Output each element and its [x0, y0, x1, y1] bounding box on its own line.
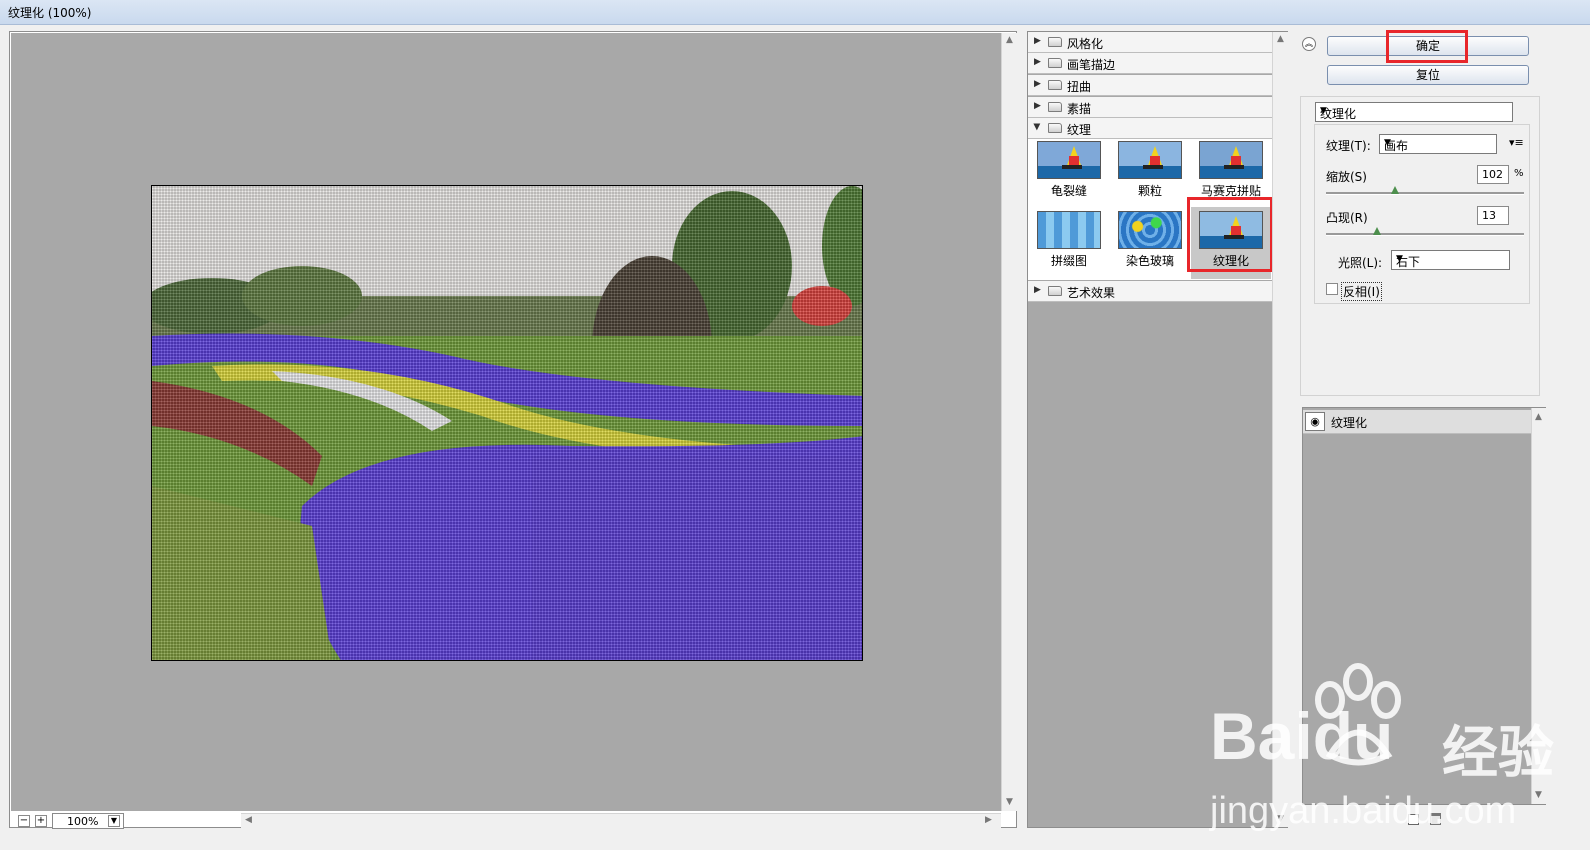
expand-triangle-icon[interactable]: ▶	[1034, 36, 1041, 46]
collapse-triangle-icon[interactable]: ▶	[1031, 124, 1041, 131]
thumb-mosaic-tiles[interactable]	[1199, 141, 1263, 179]
baidu-watermark: Baidu 经验 jingyan.baidu.com	[1210, 660, 1590, 850]
filter-group-texture[interactable]: ▶ 纹理	[1028, 118, 1272, 139]
filter-group-label: 艺术效果	[1067, 286, 1116, 300]
chevron-down-icon: ▼	[1320, 106, 1327, 116]
thumb-stained-glass[interactable]	[1118, 211, 1182, 249]
expand-triangle-icon[interactable]: ▶	[1034, 285, 1041, 295]
relief-slider-track[interactable]	[1326, 233, 1524, 236]
watermark-brand: Bai	[1210, 699, 1313, 773]
texture-menu-icon[interactable]: ▾≡	[1509, 136, 1524, 149]
light-select[interactable]: 右下 ▼	[1391, 250, 1510, 270]
expand-triangle-icon[interactable]: ▶	[1034, 57, 1041, 67]
thumb-label: 染色玻璃	[1125, 254, 1174, 268]
folder-icon	[1048, 286, 1062, 296]
zoom-dropdown-chevron-down-icon[interactable]: ▼	[108, 815, 120, 827]
window-title: 纹理化 (100%)	[8, 6, 92, 20]
watermark-brand-cn: 经验	[1442, 721, 1554, 786]
scale-slider-track[interactable]	[1326, 192, 1524, 195]
filter-group-label: 风格化	[1067, 37, 1104, 51]
folder-open-icon	[1048, 123, 1062, 133]
scroll-down-icon[interactable]: ▼	[1006, 797, 1013, 807]
zoom-in-button[interactable]: +	[35, 815, 47, 827]
relief-input[interactable]: 13	[1477, 206, 1509, 225]
scale-label: 缩放(S)	[1326, 170, 1367, 184]
scale-input[interactable]: 102	[1477, 165, 1509, 184]
filter-group-brush-strokes[interactable]: ▶ 画笔描边	[1028, 53, 1272, 74]
filter-group-sketch[interactable]: ▶ 素描	[1028, 97, 1272, 118]
thumb-label: 龟裂缝	[1050, 184, 1087, 198]
thumb-label: 拼缀图	[1050, 254, 1087, 268]
eye-icon[interactable]: ◉	[1305, 412, 1325, 431]
reset-button[interactable]: 复位	[1327, 65, 1529, 85]
scroll-right-icon[interactable]: ▶	[985, 815, 992, 825]
scroll-up-icon[interactable]: ▲	[1277, 34, 1284, 44]
filter-group-distort[interactable]: ▶ 扭曲	[1028, 75, 1272, 96]
filter-group-artistic[interactable]: ▶ 艺术效果	[1028, 281, 1272, 302]
preview-image	[151, 185, 863, 661]
expand-triangle-icon[interactable]: ▶	[1034, 79, 1041, 89]
relief-value: 13	[1482, 209, 1496, 222]
scroll-up-icon[interactable]: ▲	[1006, 35, 1013, 45]
ok-button-highlight	[1386, 30, 1468, 63]
folder-icon	[1048, 58, 1062, 68]
chevron-down-icon: ▼	[1384, 138, 1391, 148]
zoom-level-value: 100%	[67, 815, 99, 828]
folder-icon	[1048, 37, 1062, 47]
preview-vertical-scrollbar[interactable]: ▲ ▼	[1001, 33, 1017, 811]
thumb-patchwork[interactable]	[1037, 211, 1101, 249]
scale-value: 102	[1482, 168, 1503, 181]
texture-label: 纹理(T):	[1326, 139, 1371, 153]
folder-icon	[1048, 102, 1062, 112]
scroll-left-icon[interactable]: ◀	[245, 815, 252, 825]
collapse-gallery-icon[interactable]: ︽	[1302, 37, 1316, 51]
title-bar: 纹理化 (100%)	[0, 0, 1590, 25]
canvas-texture-overlay	[152, 186, 862, 660]
relief-slider-thumb[interactable]	[1373, 227, 1382, 235]
expand-triangle-icon[interactable]: ▶	[1034, 101, 1041, 111]
chevron-down-icon: ▼	[1396, 254, 1403, 264]
filter-group-stylize[interactable]: ▶ 风格化	[1028, 32, 1272, 53]
selected-filter-highlight	[1187, 197, 1273, 272]
thumb-craquelure[interactable]	[1037, 141, 1101, 179]
folder-icon	[1048, 80, 1062, 90]
zoom-out-button[interactable]: −	[18, 815, 30, 827]
effect-layer-label: 纹理化	[1331, 416, 1368, 430]
invert-label: 反相(I)	[1341, 282, 1382, 301]
scale-unit: %	[1514, 168, 1524, 179]
scroll-up-icon[interactable]: ▲	[1535, 412, 1542, 422]
filter-group-label: 扭曲	[1067, 80, 1092, 94]
effect-layer-row[interactable]: ◉ 纹理化	[1303, 410, 1531, 434]
texture-select[interactable]: 画布 ▼	[1379, 134, 1497, 154]
thumb-grain[interactable]	[1118, 141, 1182, 179]
thumb-label: 颗粒	[1137, 184, 1162, 198]
filter-group-label: 画笔描边	[1067, 58, 1116, 72]
preview-horizontal-scrollbar[interactable]: ◀ ▶	[241, 813, 1001, 828]
filter-select[interactable]: 纹理化 ▼	[1315, 102, 1513, 122]
filter-group-label: 素描	[1067, 102, 1092, 116]
relief-label: 凸现(R)	[1326, 211, 1368, 225]
light-label: 光照(L):	[1338, 256, 1383, 270]
invert-checkbox[interactable]	[1326, 283, 1338, 295]
scale-slider-thumb[interactable]	[1390, 186, 1399, 194]
watermark-url: jingyan.baidu.com	[1210, 790, 1517, 832]
watermark-brand-du: du	[1312, 699, 1394, 773]
filter-group-label: 纹理	[1067, 123, 1092, 137]
